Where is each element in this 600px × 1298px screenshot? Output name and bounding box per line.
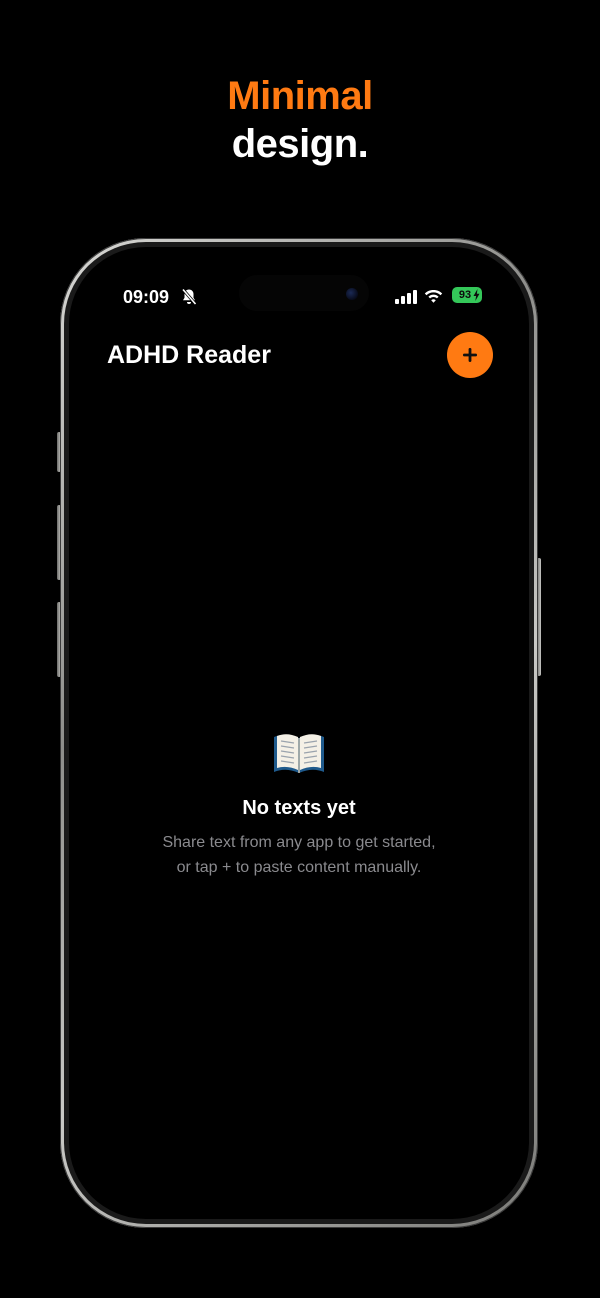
- bell-slash-icon: [181, 288, 197, 305]
- cellular-signal-icon: [395, 290, 417, 304]
- add-text-button[interactable]: [447, 332, 493, 378]
- promo-headline: Minimal design.: [0, 72, 600, 168]
- battery-level: 93: [458, 289, 472, 301]
- front-camera: [346, 288, 358, 300]
- empty-state-title: No texts yet: [242, 797, 356, 819]
- empty-state-line-2: or tap + to paste content manually.: [176, 859, 422, 876]
- phone-frame: 09:09 93 ADHD Reader No texts yet Share …: [60, 238, 538, 1228]
- charging-bolt-icon: [473, 289, 480, 301]
- status-time: 09:09: [123, 287, 170, 307]
- open-book-icon: [274, 734, 324, 773]
- app-title: ADHD Reader: [107, 341, 271, 369]
- plus-icon: [463, 348, 477, 362]
- headline-plain: design.: [231, 122, 369, 166]
- battery-indicator: 93: [452, 287, 482, 303]
- wifi-icon: [424, 290, 443, 303]
- headline-accent: Minimal: [227, 74, 373, 118]
- empty-state: No texts yet Share text from any app to …: [69, 731, 529, 880]
- empty-state-line-1: Share text from any app to get started,: [162, 834, 436, 851]
- empty-state-description: Share text from any app to get started, …: [69, 830, 529, 880]
- phone-screen: 09:09 93 ADHD Reader No texts yet Share …: [69, 247, 529, 1219]
